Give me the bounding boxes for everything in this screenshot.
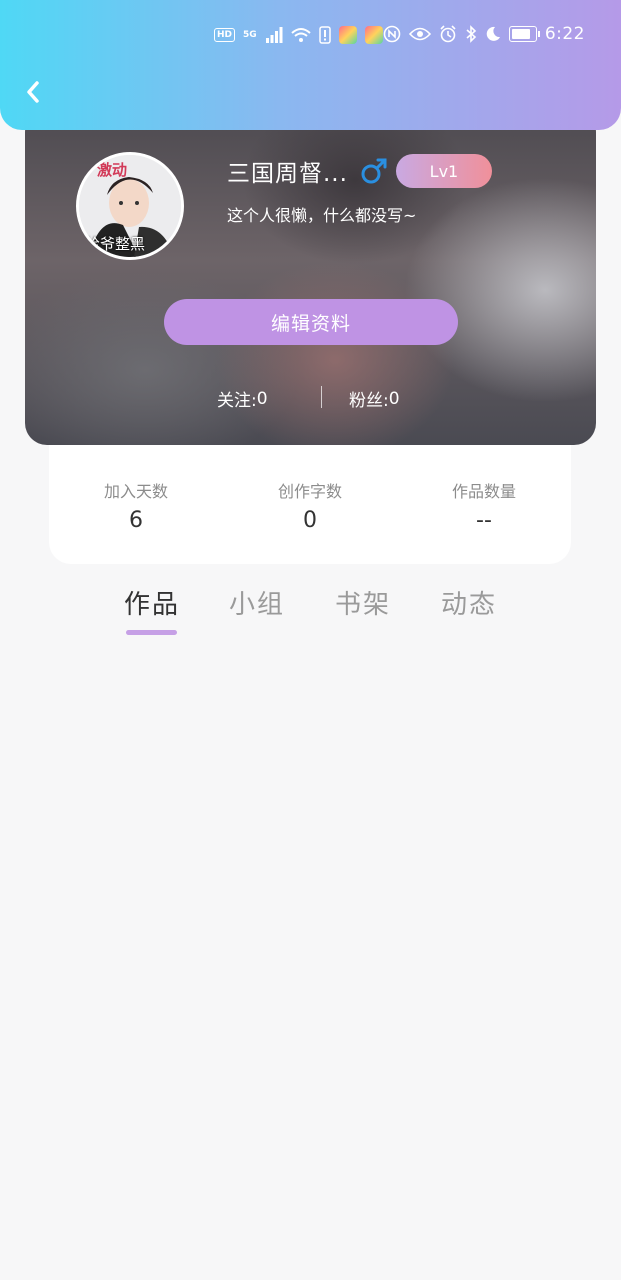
- follow-divider: [321, 386, 322, 408]
- nickname-row: 三国周督... Lv1: [227, 152, 492, 190]
- stat-value: 6: [129, 508, 143, 533]
- male-icon: [361, 158, 387, 184]
- signal-icon: [265, 27, 283, 43]
- following-link[interactable]: 关注: 0: [217, 386, 268, 412]
- network-badge: HD: [214, 28, 236, 42]
- network-type: 5G: [243, 30, 257, 40]
- eye-icon: [408, 27, 431, 41]
- edit-profile-button[interactable]: 编辑资料: [164, 299, 458, 345]
- fans-link[interactable]: 粉丝: 0: [349, 386, 400, 412]
- bio-text: 这个人很懒，什么都没写~: [227, 206, 417, 225]
- stat-works-count: 作品数量 --: [397, 478, 571, 533]
- stat-label: 作品数量: [451, 482, 516, 501]
- avatar-caption-top: 激动: [97, 161, 128, 179]
- level-badge: Lv1: [395, 154, 492, 188]
- nfc-icon: [383, 25, 401, 43]
- status-time: 6:22: [544, 24, 585, 44]
- avatar-caption-bottom: 给爷整黑: [85, 235, 146, 253]
- stat-value: 0: [303, 508, 317, 533]
- following-label: 关注:: [217, 391, 257, 411]
- app-notification-icon: [338, 26, 357, 44]
- wifi-icon: [291, 28, 311, 42]
- follow-stats: 关注: 0 粉丝: 0: [25, 380, 596, 414]
- stats-card: 加入天数 6 创作字数 0 作品数量 --: [49, 430, 571, 564]
- stat-value: --: [476, 508, 492, 533]
- alert-icon: [318, 26, 331, 44]
- battery-icon: [508, 26, 540, 42]
- tab-bookshelf[interactable]: 书架: [335, 584, 391, 621]
- stat-join-days: 加入天数 6: [49, 478, 223, 533]
- alarm-icon: [440, 25, 456, 43]
- fans-label: 粉丝:: [349, 391, 389, 411]
- tab-activity[interactable]: 动态: [441, 584, 497, 621]
- tab-indicator: [126, 630, 177, 635]
- stat-label: 加入天数: [103, 482, 168, 501]
- moon-icon: [486, 26, 500, 41]
- tab-groups[interactable]: 小组: [229, 584, 285, 621]
- bluetooth-icon: [466, 25, 476, 43]
- tab-content-area: [0, 660, 621, 1280]
- chevron-left-icon[interactable]: [20, 78, 48, 106]
- tab-works[interactable]: 作品: [124, 584, 180, 621]
- top-header: HD 5G 6:22: [0, 0, 621, 130]
- stat-word-count: 创作字数 0: [223, 478, 397, 533]
- status-right: 6:22: [383, 24, 585, 44]
- content-tabs: 作品 小组 书架 动态: [0, 580, 621, 650]
- avatar[interactable]: 激动 给爷整黑: [76, 152, 184, 260]
- status-left: HD 5G: [214, 26, 383, 44]
- app-notification-icon: [364, 26, 383, 44]
- fans-count: 0: [388, 388, 400, 409]
- following-count: 0: [256, 388, 268, 409]
- profile-card: 激动 给爷整黑 三国周督... Lv1 这个人很懒，什么都没写~ 编辑资料 关注…: [25, 110, 596, 445]
- status-bar: HD 5G 6:22: [0, 0, 621, 72]
- stat-label: 创作字数: [277, 482, 342, 501]
- nickname: 三国周督...: [227, 161, 348, 187]
- profile-screen: HD 5G 6:22 激动 给爷整黑 三国周督... Lv1 这个人很懒，什么都…: [0, 0, 621, 1280]
